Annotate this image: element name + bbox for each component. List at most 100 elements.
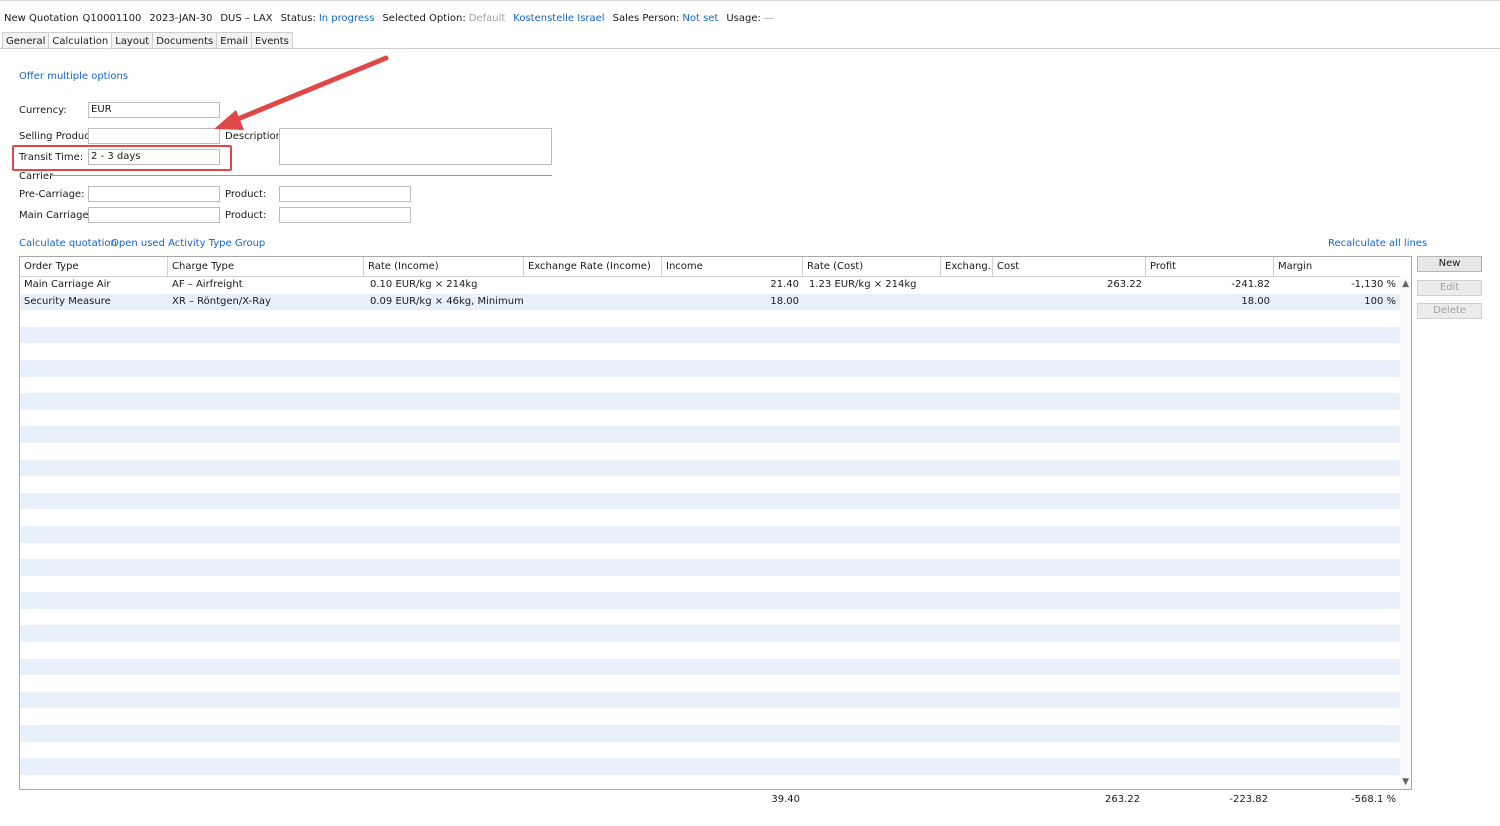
empty-table-row xyxy=(20,576,1400,593)
cost-center-link[interactable]: Kostenstelle Israel xyxy=(513,13,604,24)
scroll-up-icon[interactable]: ▲ xyxy=(1402,279,1409,289)
cell-exchange-rate-income xyxy=(524,294,662,311)
cell-rate-income: 0.10 EUR/kg × 214kg xyxy=(370,279,478,290)
offer-multiple-options-link[interactable]: Offer multiple options xyxy=(19,71,128,82)
column-header-profit[interactable]: Profit xyxy=(1146,257,1274,277)
column-header-charge-type[interactable]: Charge Type xyxy=(168,257,364,277)
tab-layout[interactable]: Layout xyxy=(112,32,154,49)
main-product-field[interactable] xyxy=(279,207,411,223)
tab-events[interactable]: Events xyxy=(252,32,293,49)
empty-table-row xyxy=(20,443,1400,460)
table-body: Main Carriage Air AF – Airfreight 0.10 E… xyxy=(20,277,1400,775)
top-border xyxy=(0,0,1500,1)
charges-table[interactable]: Order Type Charge Type Rate (Income) Exc… xyxy=(19,256,1412,790)
empty-table-row xyxy=(20,691,1400,709)
column-header-order-type[interactable]: Order Type xyxy=(20,257,168,277)
cell-order-type: Main Carriage Air xyxy=(24,279,111,290)
main-product-label: Product: xyxy=(225,210,267,221)
empty-table-row xyxy=(20,609,1400,626)
empty-table-row xyxy=(20,742,1400,759)
cell-margin: 100 % xyxy=(1364,295,1396,307)
total-income: 39.40 xyxy=(771,794,800,805)
empty-table-row xyxy=(20,525,1400,543)
empty-table-row xyxy=(20,559,1400,576)
carrier-section-label: Carrier xyxy=(19,171,54,182)
quotation-route: DUS – LAX xyxy=(220,12,273,24)
pre-carriage-label: Pre-Carriage: xyxy=(19,189,85,200)
cell-income: 18.00 xyxy=(770,295,799,307)
empty-table-row xyxy=(20,326,1400,344)
selected-option-label: Selected Option: xyxy=(382,12,466,24)
empty-table-row xyxy=(20,476,1400,493)
tab-bar: General Calculation Layout Documents Ema… xyxy=(2,32,293,50)
empty-table-row xyxy=(20,642,1400,659)
sales-person-label: Sales Person: xyxy=(612,12,680,24)
empty-table-row xyxy=(20,675,1400,692)
empty-table-row xyxy=(20,708,1400,725)
edit-button[interactable]: Edit xyxy=(1417,280,1482,296)
tab-divider xyxy=(0,48,1500,49)
total-profit: -223.82 xyxy=(1229,794,1268,805)
empty-table-row xyxy=(20,343,1400,360)
tab-documents[interactable]: Documents xyxy=(153,32,218,49)
column-header-rate-cost[interactable]: Rate (Cost) xyxy=(803,257,941,277)
cell-charge-type: XR – Röntgen/X-Ray xyxy=(172,295,271,307)
column-header-cost[interactable]: Cost xyxy=(993,257,1146,277)
cell-exchange-rate-cost xyxy=(941,294,993,311)
column-header-margin[interactable]: Margin xyxy=(1274,257,1400,277)
calculate-quotation-link[interactable]: Calculate quotation xyxy=(19,238,117,249)
main-carriage-label: Main Carriage: xyxy=(19,210,92,221)
empty-table-row xyxy=(20,543,1400,560)
cell-charge-type: AF – Airfreight xyxy=(172,279,243,290)
column-header-exchange-rate-income[interactable]: Exchange Rate (Income) xyxy=(524,257,662,277)
cell-cost xyxy=(993,294,1146,311)
recalculate-all-lines-link[interactable]: Recalculate all lines xyxy=(1328,238,1427,249)
empty-table-row xyxy=(20,725,1400,742)
column-header-income[interactable]: Income xyxy=(662,257,803,277)
status-link[interactable]: In progress xyxy=(319,13,375,24)
tab-email[interactable]: Email xyxy=(217,32,252,49)
empty-table-row xyxy=(20,410,1400,427)
status-label: Status: xyxy=(280,12,316,24)
empty-table-row xyxy=(20,426,1400,443)
cell-rate-income: 0.09 EUR/kg × 46kg, Minimum A... xyxy=(370,295,524,307)
currency-label: Currency: xyxy=(19,105,67,116)
column-header-exchange-rate-cost[interactable]: Exchang... xyxy=(941,257,993,277)
delete-button[interactable]: Delete xyxy=(1417,303,1482,319)
table-row[interactable]: Main Carriage Air AF – Airfreight 0.10 E… xyxy=(20,277,1400,294)
cell-cost: 263.22 xyxy=(1107,279,1142,290)
column-header-rate-income[interactable]: Rate (Income) xyxy=(364,257,524,277)
annotation-arrow-icon xyxy=(214,55,389,130)
pre-product-field[interactable] xyxy=(279,186,411,202)
main-carriage-field[interactable] xyxy=(88,207,220,223)
total-margin: -568.1 % xyxy=(1351,794,1396,805)
cell-rate-cost xyxy=(803,294,941,311)
quotation-title: New Quotation xyxy=(4,12,79,24)
quotation-header: New Quotation Q10001100 2023-JAN-30 DUS … xyxy=(4,11,774,25)
carrier-separator xyxy=(50,175,552,176)
cell-profit: -241.82 xyxy=(1231,279,1270,290)
empty-table-row xyxy=(20,592,1400,609)
cell-income: 21.40 xyxy=(770,279,799,290)
quotation-date: 2023-JAN-30 xyxy=(149,12,213,24)
sales-person-link[interactable]: Not set xyxy=(682,13,718,24)
open-activity-type-group-link[interactable]: Open used Activity Type Group xyxy=(111,238,265,249)
empty-table-row xyxy=(20,492,1400,510)
selected-option-value[interactable]: Default xyxy=(469,13,506,24)
pre-carriage-field[interactable] xyxy=(88,186,220,202)
total-cost: 263.22 xyxy=(1105,794,1140,805)
empty-table-row xyxy=(20,758,1400,775)
new-button[interactable]: New xyxy=(1417,256,1482,272)
table-header: Order Type Charge Type Rate (Income) Exc… xyxy=(20,257,1400,277)
quotation-number: Q10001100 xyxy=(82,12,142,24)
empty-table-row xyxy=(20,377,1400,394)
empty-table-row xyxy=(20,359,1400,377)
empty-table-row xyxy=(20,393,1400,410)
tab-general[interactable]: General xyxy=(2,32,50,49)
cell-exchange-rate-cost xyxy=(941,277,993,294)
usage-value: — xyxy=(763,12,774,24)
scroll-down-icon[interactable]: ▼ xyxy=(1402,777,1409,787)
table-row[interactable]: Security Measure XR – Röntgen/X-Ray 0.09… xyxy=(20,293,1400,311)
selling-product-label: Selling Product: xyxy=(19,131,98,142)
table-scrollbar[interactable] xyxy=(1400,277,1411,789)
